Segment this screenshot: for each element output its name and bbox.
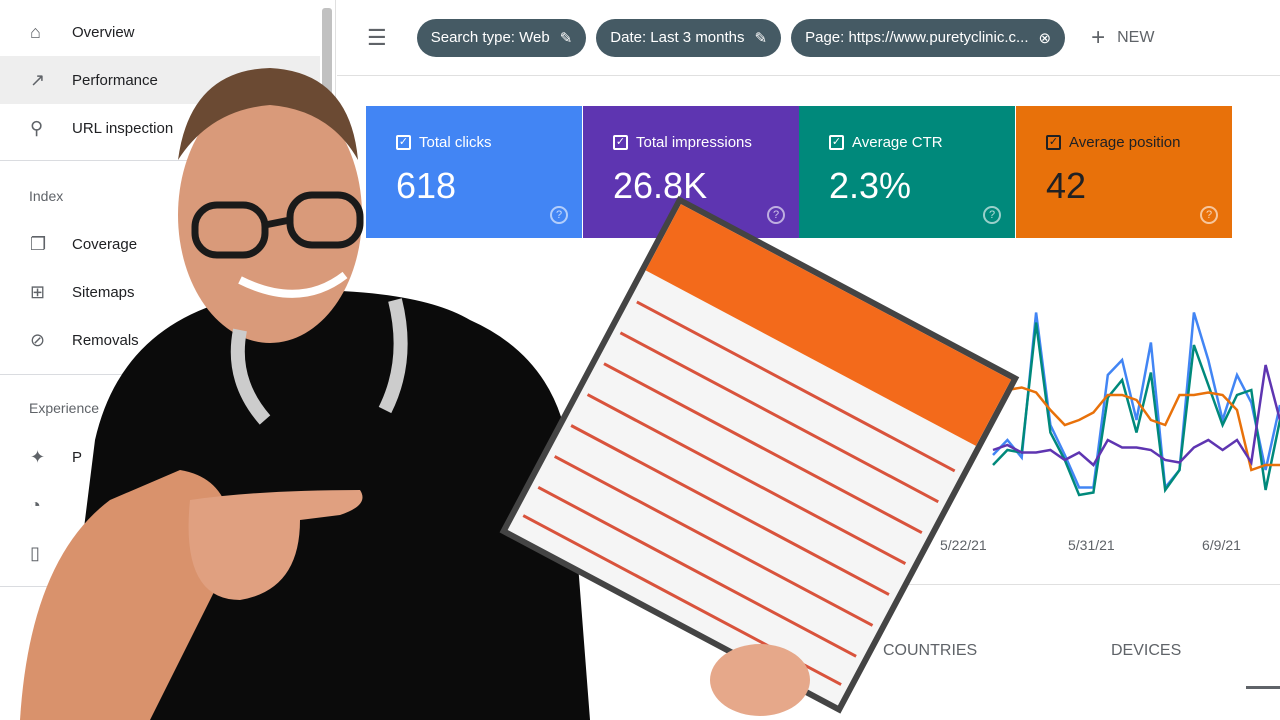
tab-indicator [1246, 686, 1280, 689]
help-icon[interactable]: ? [1200, 206, 1218, 224]
checkbox-icon[interactable]: ✓ [829, 135, 844, 150]
checkbox-icon[interactable]: ✓ [1046, 135, 1061, 150]
holding-hand [710, 644, 810, 716]
trending-up-icon: ↗ [30, 69, 46, 90]
sidebar-item-performance[interactable]: ↗ Performance [0, 56, 320, 104]
sidebar-item-core-web-vitals[interactable]: ◔ [0, 481, 320, 529]
help-icon[interactable]: ? [983, 206, 1001, 224]
x-tick: 6/9/21 [1202, 537, 1241, 553]
metric-card-average-ctr[interactable]: ✓ Average CTR 2.3%? [799, 106, 1015, 238]
divider [0, 160, 336, 161]
filter-chip-page[interactable]: Page: https://www.puretyclinic.c... ⊗ [791, 18, 1066, 57]
edit-icon[interactable]: ✎ [560, 29, 573, 47]
filter-chip-date[interactable]: Date: Last 3 months ✎ [596, 18, 782, 57]
tab-pages[interactable]: ES [535, 642, 556, 660]
filter-icon[interactable]: ☰ [367, 25, 387, 51]
divider [0, 374, 336, 375]
page-experience-icon: ✦ [30, 446, 46, 467]
sidebar-scrollbar[interactable] [322, 8, 332, 118]
mobile-icon: ▯ [30, 542, 40, 563]
checkbox-icon[interactable]: ✓ [613, 135, 628, 150]
metric-card-average-position[interactable]: ✓ Average position 42? [1016, 106, 1232, 238]
speed-icon: ◔ [30, 494, 41, 515]
sidebar-item-removals[interactable]: ⊘ Removals [0, 316, 320, 364]
edit-icon[interactable]: ✎ [755, 29, 768, 47]
metric-card-total-clicks[interactable]: ✓ Total clicks 618? [366, 106, 582, 238]
plus-icon: + [1091, 23, 1106, 51]
new-filter-button[interactable]: + NEW [1091, 24, 1154, 52]
filter-bar: ☰ Search type: Web ✎ Date: Last 3 months ✎… [337, 0, 1280, 76]
sidebar-item-mobile-usability[interactable]: ▯ [0, 529, 320, 577]
help-icon[interactable]: ? [767, 206, 785, 224]
close-icon[interactable]: ⊗ [1039, 29, 1052, 47]
sitemap-icon: ⊞ [30, 281, 46, 302]
x-tick: 5/31/21 [1068, 537, 1115, 553]
sidebar: ⌂ Overview ↗ Performance ⚲ URL inspection I… [0, 0, 336, 720]
chart-svg [991, 312, 1280, 497]
visibility-off-icon: ⊘ [30, 329, 46, 350]
search-icon: ⚲ [30, 117, 44, 138]
checkbox-icon[interactable]: ✓ [396, 135, 411, 150]
x-tick: 5/22/21 [940, 537, 987, 553]
help-icon[interactable]: ? [550, 206, 568, 224]
performance-chart: 5/22/21 5/31/21 6/9/21 [600, 250, 1280, 585]
index-header: Index [29, 188, 64, 204]
file-copy-icon: ❐ [30, 233, 47, 254]
sidebar-item-page-experience[interactable]: ✦ P [0, 433, 320, 481]
sidebar-item-overview[interactable]: ⌂ Overview [0, 8, 320, 56]
tab-countries[interactable]: COUNTRIES [883, 642, 977, 660]
metric-card-total-impressions[interactable]: ✓ Total impressions 26.8K? [583, 106, 799, 238]
sidebar-item-sitemaps[interactable]: ⊞ Sitemaps [0, 268, 320, 316]
home-icon: ⌂ [30, 21, 41, 42]
experience-header: Experience [29, 400, 100, 416]
sidebar-item-coverage[interactable]: ❐ Coverage [0, 220, 320, 268]
filter-chip-search-type[interactable]: Search type: Web ✎ [416, 18, 587, 57]
sidebar-item-url-inspection[interactable]: ⚲ URL inspection [0, 104, 320, 152]
tab-devices[interactable]: DEVICES [1111, 642, 1181, 660]
divider [0, 586, 336, 587]
